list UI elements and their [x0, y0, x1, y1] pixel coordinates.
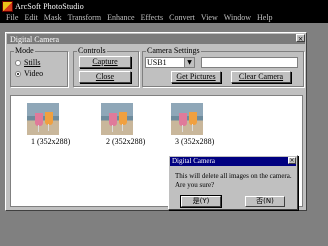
menu-view[interactable]: View [198, 13, 221, 22]
menu-convert[interactable]: Convert [166, 13, 198, 22]
chevron-down-icon[interactable]: ▼ [184, 58, 194, 67]
menu-help[interactable]: Help [254, 13, 276, 22]
menu-enhance[interactable]: Enhance [104, 13, 138, 22]
radio-video[interactable]: Video [15, 69, 43, 78]
radio-video-label: Video [24, 69, 44, 78]
menu-transform[interactable]: Transform [65, 13, 104, 22]
radio-stills-indicator[interactable] [15, 59, 21, 66]
window-title: Digital Camera [10, 34, 60, 44]
dialog-close-button[interactable]: × [288, 157, 296, 164]
menubar: File Edit Mask Transform Enhance Effects… [0, 12, 328, 23]
dialog-message-line1: This will delete all images on the camer… [175, 172, 292, 180]
radio-stills-label: Stills [24, 58, 41, 67]
clear-camera-button[interactable]: Clear Camera [231, 71, 291, 83]
thumbnail-image[interactable] [101, 103, 133, 135]
menu-effects[interactable]: Effects [138, 13, 167, 22]
radio-stills[interactable]: Stills [15, 58, 40, 67]
app-titlebar: ArcSoft PhotoStudio [0, 0, 328, 12]
thumbnail-image[interactable] [171, 103, 203, 135]
radio-video-indicator[interactable] [15, 70, 21, 77]
window-close-button[interactable]: × [296, 34, 305, 43]
no-button[interactable]: 否(N) [245, 196, 285, 207]
app-title: ArcSoft PhotoStudio [15, 1, 84, 11]
camera-settings-group-label: Camera Settings [146, 46, 201, 55]
thumbnail-caption: 1 (352x288) [31, 137, 71, 146]
mode-group-label: Mode [14, 46, 35, 55]
port-select-value: USB1 [147, 58, 167, 67]
port-select[interactable]: USB1 ▼ [145, 57, 195, 68]
controls-group-label: Controls [77, 46, 107, 55]
menu-edit[interactable]: Edit [21, 13, 40, 22]
close-button[interactable]: Close [79, 71, 131, 83]
dialog-title: Digital Camera [172, 157, 215, 165]
menu-mask[interactable]: Mask [41, 13, 65, 22]
window-titlebar: Digital Camera [7, 34, 305, 44]
thumbnail-image[interactable] [27, 103, 59, 135]
confirm-dialog: Digital Camera × This will delete all im… [168, 155, 298, 210]
app-logo-icon [2, 0, 13, 12]
menu-window[interactable]: Window [221, 13, 254, 22]
camera-info-field[interactable] [201, 57, 298, 68]
thumbnail-caption: 3 (352x288) [175, 137, 215, 146]
capture-button[interactable]: Capture [79, 56, 131, 68]
dialog-titlebar: Digital Camera [170, 157, 296, 166]
dialog-message-line2: Are you sure? [175, 181, 215, 189]
get-pictures-button[interactable]: Get Pictures [171, 71, 221, 83]
thumbnail-caption: 2 (352x288) [106, 137, 146, 146]
yes-button[interactable]: 是(Y) [181, 196, 221, 207]
menu-file[interactable]: File [0, 13, 21, 22]
